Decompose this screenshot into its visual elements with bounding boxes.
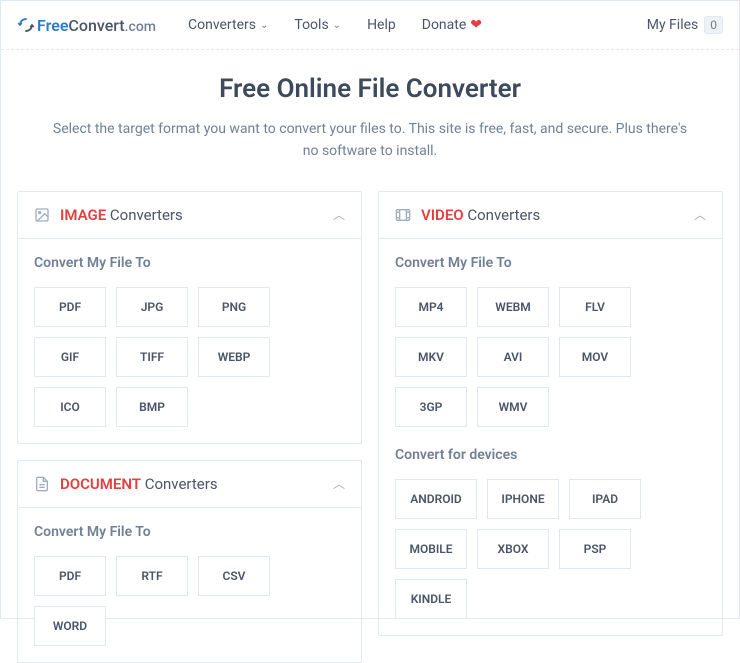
format-bmp[interactable]: BMP	[116, 387, 188, 427]
format-pdf[interactable]: PDF	[34, 287, 106, 327]
nav-items: Converters ⌄ Tools ⌄ Help Donate ❤	[178, 11, 492, 39]
format-mp4[interactable]: MP4	[395, 287, 467, 327]
video-formats: MP4 WEBM FLV MKV AVI MOV 3GP WMV	[395, 287, 706, 427]
device-mobile[interactable]: MOBILE	[395, 529, 467, 569]
chevron-up-icon: ︿	[333, 475, 345, 492]
format-pdf[interactable]: PDF	[34, 556, 106, 596]
logo-text-com: .com	[125, 19, 156, 35]
format-ico[interactable]: ICO	[34, 387, 106, 427]
device-xbox[interactable]: XBOX	[477, 529, 549, 569]
converters-suffix: Converters	[464, 206, 541, 224]
converters-suffix: Converters	[106, 206, 183, 224]
format-webp[interactable]: WEBP	[198, 337, 270, 377]
logo-text-convert: Convert	[68, 16, 124, 35]
video-category: VIDEO	[421, 206, 464, 224]
logo[interactable]: FreeConvert.com	[17, 16, 156, 35]
nav-tools[interactable]: Tools ⌄	[284, 11, 351, 39]
page-subtitle: Select the target format you want to con…	[51, 118, 689, 163]
format-avi[interactable]: AVI	[477, 337, 549, 377]
format-mov[interactable]: MOV	[559, 337, 631, 377]
convert-devices-label: Convert for devices	[395, 447, 706, 463]
image-card-header[interactable]: IMAGE Converters ︿	[18, 192, 361, 239]
format-tiff[interactable]: TIFF	[116, 337, 188, 377]
format-mkv[interactable]: MKV	[395, 337, 467, 377]
logo-icon	[17, 16, 35, 34]
hero: Free Online File Converter Select the ta…	[1, 50, 739, 191]
heart-icon: ❤	[470, 17, 482, 33]
video-card-body: Convert My File To MP4 WEBM FLV MKV AVI …	[379, 239, 722, 635]
file-count-badge: 0	[704, 16, 723, 34]
nav-donate-label: Donate	[422, 17, 467, 33]
image-icon	[34, 207, 50, 223]
image-category: IMAGE	[60, 206, 106, 224]
page-title: Free Online File Converter	[51, 74, 689, 104]
converters-suffix: Converters	[141, 475, 218, 493]
nav-myfiles-label: My Files	[647, 17, 699, 33]
convert-to-label: Convert My File To	[395, 255, 706, 271]
logo-text-free: Free	[37, 16, 68, 35]
document-icon	[34, 476, 50, 492]
nav-tools-label: Tools	[294, 17, 328, 33]
device-psp[interactable]: PSP	[559, 529, 631, 569]
chevron-down-icon: ⌄	[260, 20, 268, 31]
document-category: DOCUMENT	[60, 475, 141, 493]
nav-donate[interactable]: Donate ❤	[412, 11, 492, 39]
device-iphone[interactable]: IPHONE	[487, 479, 559, 519]
device-kindle[interactable]: KINDLE	[395, 579, 467, 619]
chevron-down-icon: ⌄	[333, 20, 341, 31]
image-card: IMAGE Converters ︿ Convert My File To PD…	[17, 191, 362, 444]
nav-myfiles[interactable]: My Files 0	[647, 16, 723, 34]
nav-converters-label: Converters	[188, 17, 256, 33]
cards-container: IMAGE Converters ︿ Convert My File To PD…	[1, 191, 739, 663]
video-card-header[interactable]: VIDEO Converters ︿	[379, 192, 722, 239]
device-android[interactable]: ANDROID	[395, 479, 477, 519]
convert-to-label: Convert My File To	[34, 255, 345, 271]
chevron-up-icon: ︿	[694, 206, 706, 223]
nav-help-label: Help	[367, 17, 396, 33]
video-card: VIDEO Converters ︿ Convert My File To MP…	[378, 191, 723, 636]
document-formats: PDF RTF CSV WORD	[34, 556, 345, 646]
video-icon	[395, 207, 411, 223]
video-devices: ANDROID IPHONE IPAD MOBILE XBOX PSP KIND…	[395, 479, 706, 619]
document-card: DOCUMENT Converters ︿ Convert My File To…	[17, 460, 362, 663]
format-csv[interactable]: CSV	[198, 556, 270, 596]
document-card-body: Convert My File To PDF RTF CSV WORD	[18, 508, 361, 662]
format-rtf[interactable]: RTF	[116, 556, 188, 596]
navbar: FreeConvert.com Converters ⌄ Tools ⌄ Hel…	[1, 1, 739, 50]
document-card-header[interactable]: DOCUMENT Converters ︿	[18, 461, 361, 508]
convert-to-label: Convert My File To	[34, 524, 345, 540]
format-webm[interactable]: WEBM	[477, 287, 549, 327]
nav-help[interactable]: Help	[357, 11, 406, 39]
format-word[interactable]: WORD	[34, 606, 106, 646]
chevron-up-icon: ︿	[333, 206, 345, 223]
format-wmv[interactable]: WMV	[477, 387, 549, 427]
image-card-body: Convert My File To PDF JPG PNG GIF TIFF …	[18, 239, 361, 443]
format-jpg[interactable]: JPG	[116, 287, 188, 327]
device-ipad[interactable]: IPAD	[569, 479, 641, 519]
format-gif[interactable]: GIF	[34, 337, 106, 377]
nav-converters[interactable]: Converters ⌄	[178, 11, 278, 39]
format-flv[interactable]: FLV	[559, 287, 631, 327]
format-png[interactable]: PNG	[198, 287, 270, 327]
image-formats: PDF JPG PNG GIF TIFF WEBP ICO BMP	[34, 287, 345, 427]
format-3gp[interactable]: 3GP	[395, 387, 467, 427]
right-column: VIDEO Converters ︿ Convert My File To MP…	[378, 191, 723, 663]
left-column: IMAGE Converters ︿ Convert My File To PD…	[17, 191, 362, 663]
